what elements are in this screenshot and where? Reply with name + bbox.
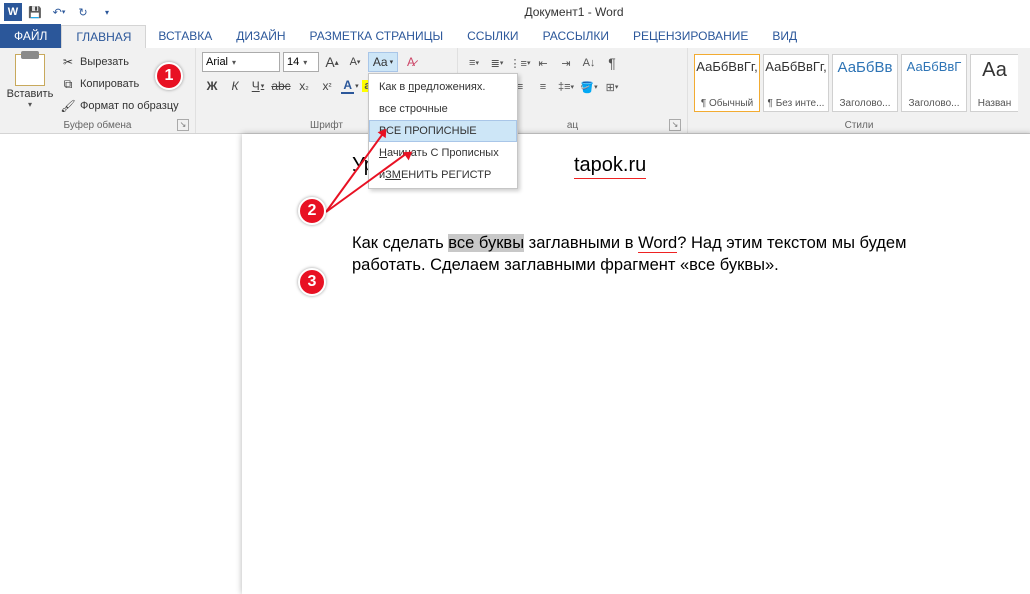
clipboard-dialog-launcher[interactable]: ↘ [177,119,189,131]
style-sample: АаБбВв [838,59,893,76]
format-painter-button[interactable]: 🖌 Формат по образцу [58,96,181,116]
page[interactable] [242,134,1030,594]
paste-button[interactable]: Вставить ▾ [6,52,54,118]
multilevel-button[interactable]: ⋮≡▾ [510,54,530,72]
doc-body-word: Word [638,234,677,253]
line-spacing-button[interactable]: ‡≡▾ [556,78,576,96]
tab-mailings[interactable]: РАССЫЛКИ [531,24,621,48]
change-case-button[interactable]: Aa▾ [368,52,398,72]
bullets-button[interactable]: ≡▾ [464,54,484,72]
decrease-indent-button[interactable]: ⇤ [533,54,553,72]
superscript-button[interactable]: x² [317,76,337,96]
font-size-combo[interactable]: 14▾ [283,52,319,72]
text-effects-button[interactable]: A▾ [340,76,360,96]
style-sample: АаБбВвГг, [765,59,826,74]
copy-icon: ⧉ [60,76,76,92]
numbering-button[interactable]: ≣▾ [487,54,507,72]
ribbon: Вставить ▾ ✂ Вырезать ⧉ Копировать 🖌 Формат… [0,48,1030,134]
paragraph-group-label: ац [567,120,578,131]
doc-body-pre: Как сделать [352,234,448,252]
style-title[interactable]: Аа Назван [970,54,1018,112]
redo-icon[interactable]: ↻ [72,2,94,22]
clear-formatting-button[interactable]: A̷ [401,52,421,72]
tab-file[interactable]: ФАЙЛ [0,24,61,48]
case-upper[interactable]: ВСЕ ПРОПИСНЫЕ [369,120,517,142]
increase-indent-button[interactable]: ⇥ [556,54,576,72]
font-size-value: 14 [287,56,299,68]
sort-button[interactable]: A↓ [579,54,599,72]
strike-button[interactable]: abc [271,76,291,96]
show-marks-button[interactable]: ¶ [602,54,622,72]
tab-view[interactable]: ВИД [760,24,809,48]
tab-layout[interactable]: РАЗМЕТКА СТРАНИЦЫ [298,24,456,48]
window-title: Документ1 - Word [118,5,1030,19]
styles-group-label: Стили [845,120,874,131]
style-sample: Аа [982,59,1007,82]
paste-dropdown-icon[interactable]: ▾ [28,100,32,109]
case-capitalize[interactable]: Начинать С Прописных [369,142,517,164]
copy-label: Копировать [80,78,139,90]
style-heading1[interactable]: АаБбВв Заголово... [832,54,898,112]
style-name: ¶ Без инте... [765,98,827,109]
grow-font-button[interactable]: A▴ [322,52,342,72]
style-name: Заголово... [834,98,896,109]
clipboard-group-label: Буфер обмена [64,120,132,131]
ribbon-tabs: ФАЙЛ ГЛАВНАЯ ВСТАВКА ДИЗАЙН РАЗМЕТКА СТР… [0,24,1030,48]
callout-1: 1 [155,62,183,90]
case-sentence[interactable]: Как в предложениях. [369,76,517,98]
subscript-button[interactable]: x₂ [294,76,314,96]
paste-icon [15,54,45,86]
underline-button[interactable]: Ч▾ [248,76,268,96]
change-case-label: Aa [373,55,388,69]
style-name: ¶ Обычный [696,98,758,109]
tab-home[interactable]: ГЛАВНАЯ [61,25,146,49]
doc-body-selection: все буквы [448,234,524,252]
style-name: Заголово... [903,98,965,109]
style-name: Назван [972,98,1018,109]
case-toggle[interactable]: иЗМЕНИТЬ РЕГИСТР [369,164,517,186]
tab-design[interactable]: ДИЗАЙН [224,24,297,48]
case-sentence-label: Как в предложениях. [379,81,485,93]
style-sample: АаБбВвГг, [696,59,757,74]
style-normal[interactable]: АаБбВвГг, ¶ Обычный [694,54,760,112]
font-name-value: Arial [206,56,228,68]
case-capitalize-label: Начинать С Прописных [379,147,499,159]
undo-icon[interactable]: ↶▾ [48,2,70,22]
doc-body[interactable]: Как сделать все буквы заглавными в Word?… [352,232,932,276]
cut-label: Вырезать [80,56,129,68]
tab-review[interactable]: РЕЦЕНЗИРОВАНИЕ [621,24,760,48]
qat-more-icon[interactable]: ▾ [96,2,118,22]
scissors-icon: ✂ [60,54,76,70]
style-sample: АаБбВвГ [907,59,962,74]
style-heading2[interactable]: АаБбВвГ Заголово... [901,54,967,112]
doc-url-text: tapok.ru [574,154,646,179]
document-area [0,134,1030,588]
paragraph-dialog-launcher[interactable]: ↘ [669,119,681,131]
shrink-font-button[interactable]: A▾ [345,52,365,72]
brush-icon: 🖌 [60,98,76,114]
case-lower[interactable]: все строчные [369,98,517,120]
borders-button[interactable]: ⊞▾ [602,78,622,96]
italic-button[interactable]: К [225,76,245,96]
title-bar: W 💾 ↶▾ ↻ ▾ Документ1 - Word [0,0,1030,24]
format-label: Формат по образцу [80,100,179,112]
callout-3: 3 [298,268,326,296]
doc-heading-right[interactable]: tapok.ru [574,154,646,179]
doc-body-mid: заглавными в [524,234,638,252]
tab-references[interactable]: ССЫЛКИ [455,24,530,48]
font-group-label: Шрифт [310,120,343,131]
case-toggle-label: иЗМЕНИТЬ РЕГИСТР [379,169,491,181]
tab-insert[interactable]: ВСТАВКА [146,24,224,48]
bold-button[interactable]: Ж [202,76,222,96]
save-icon[interactable]: 💾 [24,2,46,22]
font-name-combo[interactable]: Arial▾ [202,52,280,72]
shading-button[interactable]: 🪣▾ [579,78,599,96]
style-no-spacing[interactable]: АаБбВвГг, ¶ Без инте... [763,54,829,112]
word-logo: W [4,3,22,21]
callout-2: 2 [298,197,326,225]
justify-button[interactable]: ≡ [533,78,553,96]
styles-gallery[interactable]: АаБбВвГг, ¶ Обычный АаБбВвГг, ¶ Без инте..… [694,52,1024,112]
paste-label: Вставить [7,88,54,100]
